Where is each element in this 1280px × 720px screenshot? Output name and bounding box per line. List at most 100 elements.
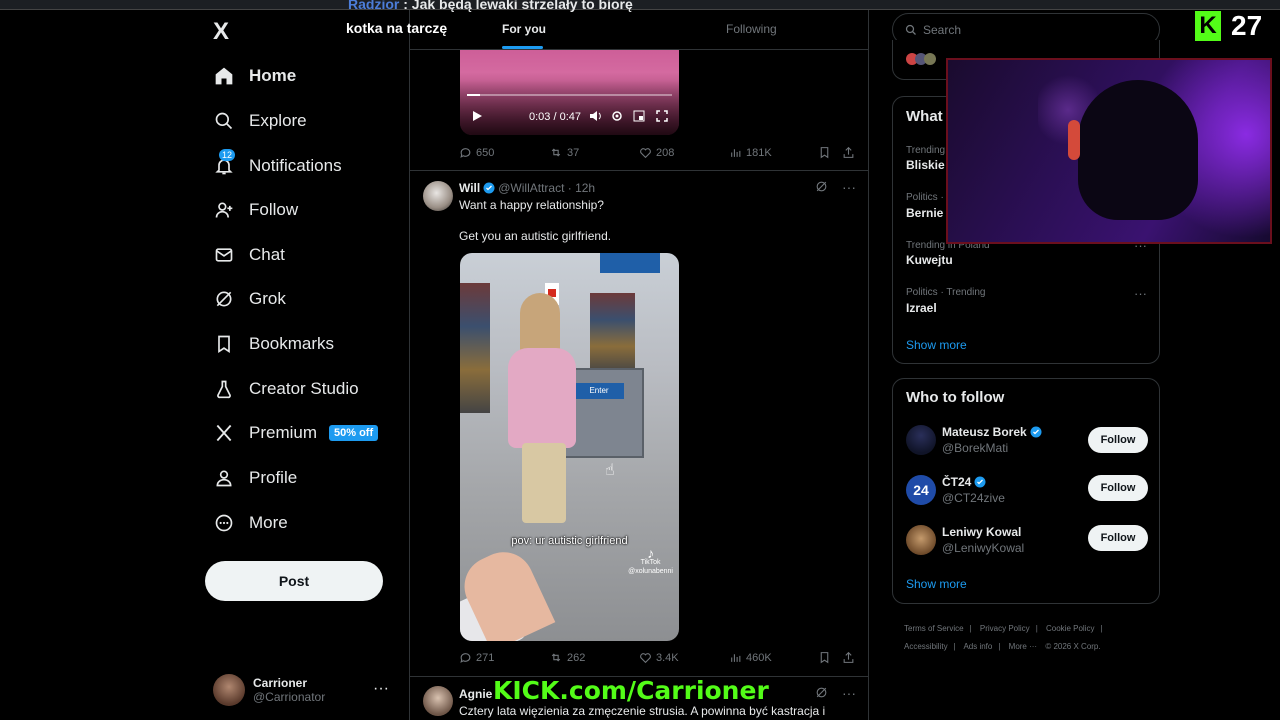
ct24-logo: 24 [906, 475, 936, 505]
like-button[interactable]: 3.4K [639, 651, 679, 664]
avatar [924, 53, 936, 65]
nav-profile-label: Profile [249, 468, 298, 487]
grok-icon [213, 288, 235, 310]
nav-bookmarks[interactable]: Bookmarks [213, 329, 334, 359]
trend-name[interactable]: Kuwejtu [906, 253, 953, 267]
footer-link[interactable]: Privacy Policy [980, 624, 1030, 633]
footer-link[interactable]: Ads info [963, 642, 992, 651]
tab-for-you[interactable]: For you [502, 22, 546, 36]
follow-suggestion[interactable]: 24 ČT24 @CT24zive Follow [906, 475, 1148, 509]
more-icon[interactable]: ··· [842, 685, 856, 701]
trend-meta: Trending [906, 145, 946, 156]
store-sign [600, 253, 660, 273]
tweet-author-name[interactable]: Will [459, 181, 480, 195]
volume-icon[interactable] [589, 110, 603, 125]
timeline: 0:03 / 0:47 For you Following 650 37 208… [409, 0, 869, 720]
more-icon[interactable]: ··· [842, 179, 856, 195]
x-logo[interactable]: X [213, 18, 229, 46]
nav-grok-label: Grok [249, 289, 286, 308]
tweet-video[interactable]: Enter pov: ur autistic girlfriend ♪ TikT… [460, 253, 679, 641]
share-button[interactable] [842, 651, 859, 664]
follow-button[interactable]: Follow [1088, 475, 1148, 501]
settings-icon[interactable] [611, 110, 623, 125]
store-shelf [460, 283, 490, 413]
reply-button[interactable]: 271 [459, 651, 494, 664]
nav-grok[interactable]: Grok [213, 284, 286, 314]
tiktok-icon: ♪ [647, 545, 655, 561]
nav-notifications[interactable]: 12 Notifications [213, 149, 342, 181]
nav-explore-label: Explore [249, 111, 307, 130]
post-button[interactable]: Post [205, 561, 383, 601]
reply-button[interactable]: 650 [459, 146, 494, 159]
chat-message-continued: kotka na tarczę [346, 20, 448, 36]
share-button[interactable] [842, 146, 859, 159]
like-button[interactable]: 208 [639, 146, 674, 159]
follow-suggestion[interactable]: Leniwy Kowal @LeniwyKowal Follow [906, 525, 1148, 559]
trend-name[interactable]: Bliskie [906, 158, 945, 172]
bookmark-button[interactable] [818, 651, 835, 664]
fullscreen-icon[interactable] [656, 110, 668, 125]
who-to-follow-show-more[interactable]: Show more [906, 577, 967, 591]
chat-message: : Jak będą lewaki strzelały to biorę [403, 0, 633, 12]
play-icon[interactable] [471, 110, 483, 125]
account-menu-icon[interactable]: ··· [373, 680, 389, 698]
stream-chat-line: Radzior : Jak będą lewaki strzelały to b… [348, 0, 633, 12]
repost-button[interactable]: 262 [549, 651, 585, 664]
repost-icon [551, 148, 561, 157]
bookmark-button[interactable] [818, 146, 835, 159]
person-add-icon [213, 199, 235, 221]
trend-more-icon[interactable]: ··· [1134, 286, 1147, 301]
grok-icon[interactable] [815, 180, 828, 196]
footer-link[interactable]: Accessibility [904, 642, 948, 651]
follow-suggestion[interactable]: Mateusz Borek @BorekMati Follow [906, 425, 1148, 459]
tweet-divider [410, 170, 868, 171]
video-progress-bar[interactable] [467, 94, 672, 96]
footer-link[interactable]: Terms of Service [904, 624, 964, 633]
pip-icon[interactable] [633, 110, 645, 125]
trend-name[interactable]: Izrael [906, 301, 937, 315]
footer-link[interactable]: Cookie Policy [1046, 624, 1094, 633]
tiktok-handle: @xolunabenni [628, 568, 673, 575]
account-switcher[interactable]: Carrioner @Carrionator ··· [213, 672, 403, 708]
trend-name[interactable]: Bernie [906, 206, 943, 220]
nav-chat[interactable]: Chat [213, 240, 285, 270]
tab-active-indicator [502, 46, 543, 49]
tab-following[interactable]: Following [726, 22, 777, 36]
nav-home[interactable]: Home [213, 61, 296, 91]
premium-discount-badge: 50% off [329, 425, 379, 441]
hand-cursor-icon: ☝ [605, 462, 615, 479]
nav-profile[interactable]: Profile [213, 463, 297, 493]
tweet-author-avatar[interactable] [423, 181, 453, 211]
timeline-tabs: For you Following [410, 10, 868, 50]
follow-button[interactable]: Follow [1088, 427, 1148, 453]
nav-explore[interactable]: Explore [213, 106, 307, 136]
search-icon [213, 110, 235, 132]
tweet-author-avatar[interactable] [423, 686, 453, 716]
nav-follow[interactable]: Follow [213, 195, 298, 225]
views-button[interactable]: 181K [729, 146, 772, 159]
follow-button[interactable]: Follow [1088, 525, 1148, 551]
nav-creator-studio[interactable]: Creator Studio [213, 374, 359, 404]
flask-icon [213, 378, 235, 400]
trends-show-more[interactable]: Show more [906, 338, 967, 352]
notifications-badge: 12 [219, 149, 236, 161]
more-circle-icon [213, 512, 235, 534]
nav-premium[interactable]: Premium 50% off [213, 418, 379, 448]
video-progress-fill [467, 94, 481, 96]
bookmark-icon [820, 652, 829, 664]
grok-icon[interactable] [815, 686, 828, 702]
views-button[interactable]: 460K [729, 651, 772, 664]
tweet-author-name[interactable]: Agnie [459, 687, 492, 701]
verified-icon [483, 182, 495, 194]
left-sidebar: X Home Explore 12 Notifications Follow C… [196, 0, 408, 720]
repost-button[interactable]: 37 [549, 146, 579, 159]
like-count: 208 [656, 146, 675, 159]
tweet-author-handle[interactable]: @WillAttract · 12h [498, 181, 595, 195]
footer-link[interactable]: More ··· [1009, 642, 1037, 651]
nav-more[interactable]: More [213, 508, 288, 538]
suggestion-handle: @LeniwyKowal [942, 541, 1025, 555]
chat-banner [0, 0, 1280, 10]
tweet-actions: 650 37 208 181K [459, 146, 857, 162]
x-icon [213, 422, 235, 444]
repost-count: 262 [567, 651, 586, 664]
